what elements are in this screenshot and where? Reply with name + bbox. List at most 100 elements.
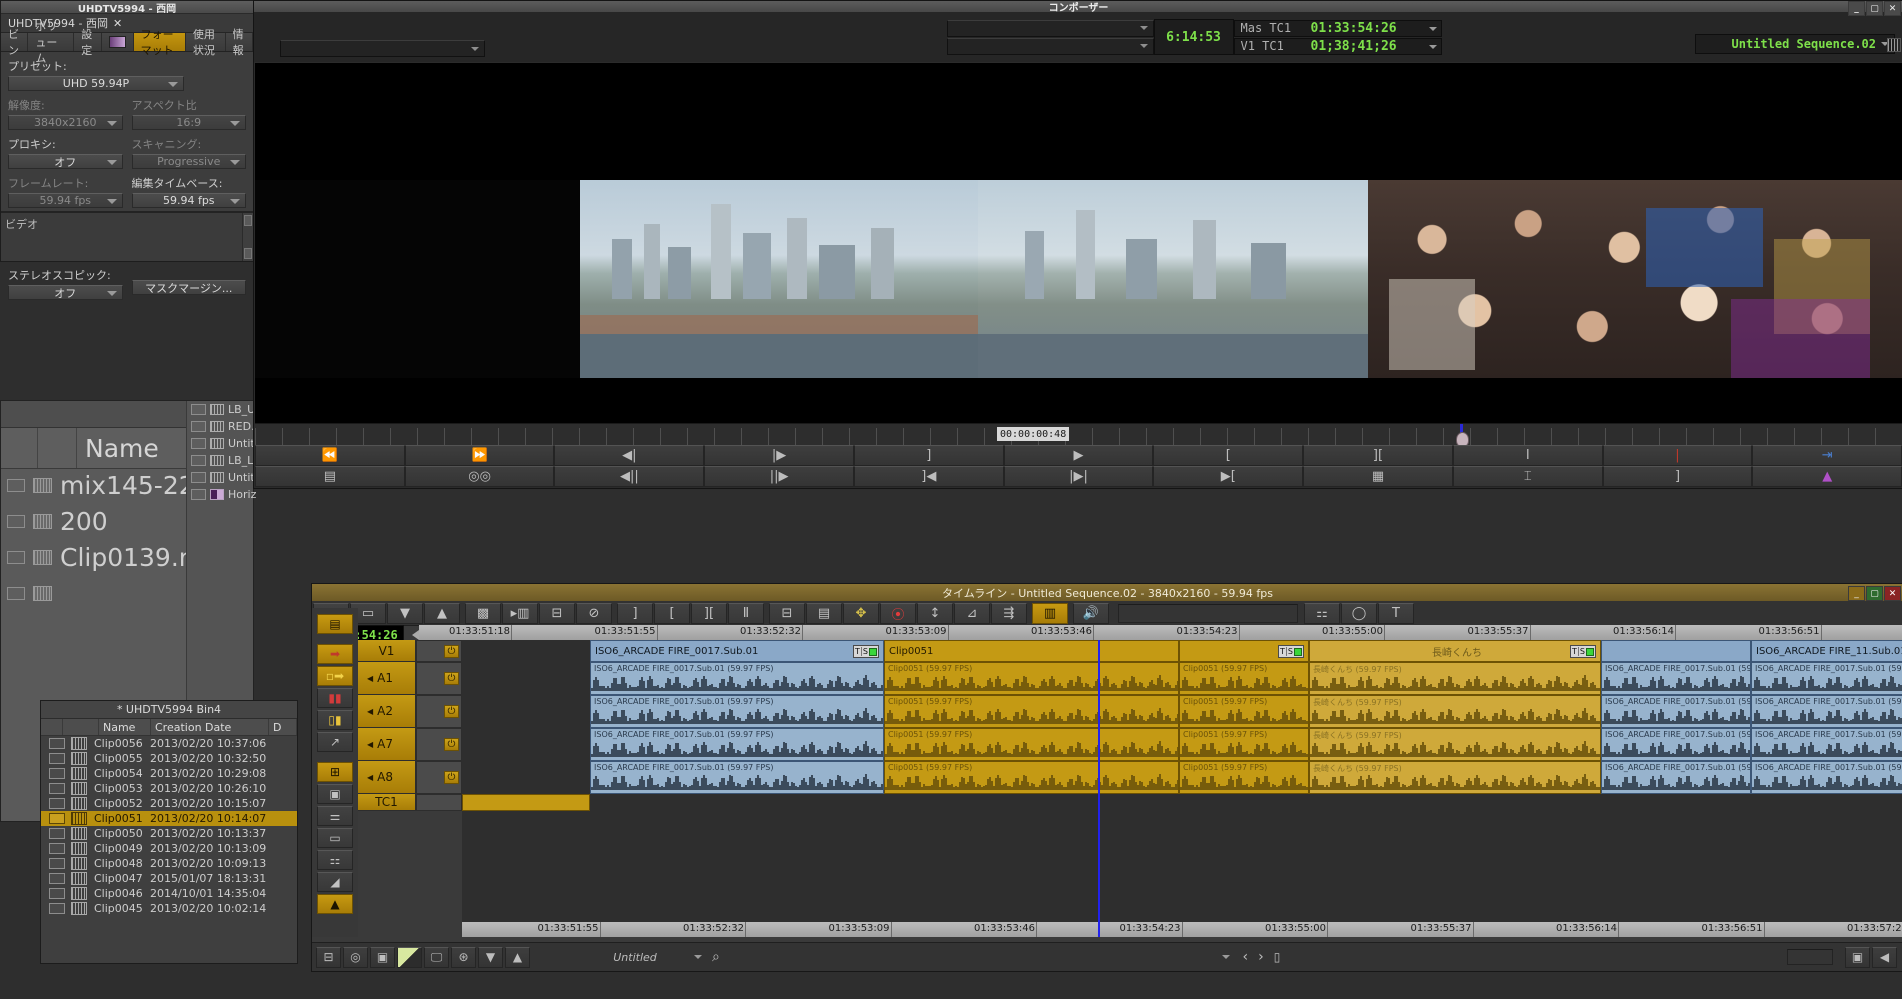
rail-btn-monitor-icon[interactable]: ▣ [317,784,353,804]
track-controls[interactable]: ⏻ [416,640,462,662]
list-item[interactable]: LB_U [187,401,253,418]
timeline-clip[interactable]: ISO6_ARCADE FIRE_0017.Sub.01TS [590,640,884,662]
checkbox-icon[interactable] [49,873,65,884]
timeline-window-controls[interactable]: _ ▢ ✕ [1848,586,1901,601]
transport-button-4[interactable]: ] [854,445,1004,466]
tab-format[interactable]: フォーマット [134,33,186,51]
timeline-tool-addedit-icon[interactable]: ⊟ [769,603,805,624]
timeline-tool-collapse-icon[interactable]: ⊟ [539,603,575,624]
checkbox-icon[interactable] [191,421,206,432]
transport-row-1[interactable]: ⏪⏩◀||▶]▶[][I|⇥ [255,445,1902,466]
timeline-tool-effectmode-icon[interactable]: ▩ [465,603,501,624]
transport-button-0[interactable]: ⏪ [255,445,405,466]
transport-button-6[interactable]: [ [1153,445,1303,466]
timeline-window[interactable]: タイムライン - Untitled Sequence.02 - 3840x216… [311,583,1902,972]
transport-button-6[interactable]: ▶[ [1153,466,1303,487]
table-row[interactable]: Clip00562013/02/20 10:37:06 [41,736,297,751]
list-item[interactable]: mix145-220-1 [1,467,187,503]
timebase-select[interactable]: 59.94 fps [132,193,247,208]
timeline-audio-clip[interactable]: ISO6_ARCADE FIRE_0017.Sub.01 (59.97 FPS) [590,662,884,695]
track-enable-toggle[interactable]: ⏻ [444,645,459,658]
table-row[interactable]: Clip00542013/02/20 10:29:08 [41,766,297,781]
timeline-audio-clip[interactable]: ISO6_ARCADE FIRE_0017.Sub.01 (59.97 FPS) [1601,662,1751,695]
composer-position-bar[interactable]: 00:00:00:48 [255,423,1902,446]
tab-volume[interactable]: ボリューム [28,33,74,51]
rail-btn-extract-yellow-icon[interactable]: ▯▮ [317,710,353,730]
checkbox-icon[interactable] [7,515,25,528]
transport-button-10[interactable]: ⇥ [1752,445,1902,466]
rail-btn-filmstrip-icon[interactable]: ▭ [317,828,353,848]
checkbox-icon[interactable] [191,455,206,466]
table-row[interactable]: Clip00472015/01/07 18:13:31 [41,871,297,886]
checkbox-icon[interactable] [7,551,25,564]
checkbox-icon[interactable] [191,472,206,483]
scroll-left-arrow[interactable] [412,630,419,640]
list-item[interactable]: 200 [1,503,187,539]
track-controls[interactable] [416,794,462,811]
video-monitor[interactable] [255,63,1902,423]
track-name[interactable]: ◀A8 [358,761,416,794]
playhead[interactable] [1098,640,1100,937]
timeline-tool-sourceside-icon[interactable]: ▸▥ [502,603,538,624]
speaker-icon[interactable]: ◀ [367,773,373,782]
scrollbar-vertical[interactable] [242,213,253,261]
checkbox-icon[interactable] [49,843,65,854]
transport-button-5[interactable]: |▶| [1004,466,1154,487]
timeline-left-rail[interactable]: ▤ ➡ ▫➡ ▮▮ ▯▮ ↗ ⊞ ▣ ⚌ ▭ ⚏ ◢ ▲ [312,608,358,937]
track-name[interactable]: ◀A2 [358,695,416,728]
column-header-duration[interactable]: D [269,719,297,735]
timeline-tool-markclip2-icon[interactable]: Ⅱ [728,603,764,624]
maximize-button[interactable]: ▢ [1866,586,1883,601]
checkbox-icon[interactable] [191,438,206,449]
status-btn-globe-icon[interactable]: ⊛ [451,947,476,968]
tab-usage[interactable]: 使用状況 [186,33,226,51]
timeline-toolbar[interactable]: ⚏ ▭ ▼ ▲ ▩ ▸▥ ⊟ ⊘ ] [ ][ Ⅱ ⊟ ▤ ✥ ⦿ ↕ ⊿ ⇶ … [312,601,1902,626]
filmstrip-icon[interactable] [1887,38,1901,52]
timeline-audio-clip[interactable]: Clip0051 (59.97 FPS) [1179,761,1309,794]
transport-row-2[interactable]: ▤◎◎◀||||▶]◀|▶|▶[▦⌶]▲ [255,466,1902,487]
checkbox-icon[interactable] [7,479,25,492]
tc-track-strip[interactable] [462,794,590,811]
track-name[interactable]: V1 [358,640,416,662]
list-item[interactable] [1,575,187,611]
rail-btn-quickedit-icon[interactable]: ↗ [317,732,353,752]
list-item[interactable]: Horiz [187,486,253,503]
table-row[interactable]: Clip00462014/10/01 14:35:04 [41,886,297,901]
chevron-down-icon[interactable] [694,955,702,959]
scroll-up-arrow[interactable] [244,215,252,226]
track-controls[interactable]: ⏻ [416,695,462,728]
transport-button-0[interactable]: ▤ [255,466,405,487]
rail-btn-zoom-icon[interactable]: ◢ [317,872,353,892]
minimize-button[interactable]: _ [1848,586,1865,601]
track-controls[interactable]: ⏻ [416,761,462,794]
page-icon[interactable]: ▯ [1269,950,1286,964]
timeline-audio-clip[interactable]: ISO6_ARCADE FIRE_0017.Sub.01 (59.97 FPS) [1751,695,1902,728]
minimize-button[interactable]: _ [1848,1,1865,16]
timeline-tool-trim-icon[interactable]: ▤ [806,603,842,624]
table-row[interactable]: Clip00522013/02/20 10:15:07 [41,796,297,811]
timeline-tool-fade-icon[interactable]: ↕ [917,603,953,624]
next-button[interactable]: › [1253,949,1269,965]
status-btn-collapse-icon[interactable]: ◀ [1872,947,1897,968]
transport-button-4[interactable]: ]◀ [854,466,1004,487]
rail-btn-sequence-icon[interactable]: ▤ [317,614,353,634]
timeline-audio-clip[interactable]: ISO6_ARCADE FIRE_0017.Sub.01 (59.97 FPS) [1601,761,1751,794]
track-header-v1[interactable]: V1 ⏻ [358,640,462,662]
timeline-tool-locator-icon[interactable]: ✥ [843,603,879,624]
checkbox-icon[interactable] [49,828,65,839]
rail-btn-fader-icon[interactable]: ⚌ [317,806,353,826]
timeline-audio-clip[interactable]: Clip0051 (59.97 FPS) [884,662,1179,695]
status-btn-display-icon[interactable]: 🖵 [424,947,449,968]
checkbox-icon[interactable] [49,768,65,779]
transport-button-2[interactable]: ◀| [554,445,704,466]
chevron-down-icon[interactable] [1222,955,1230,959]
status-btn-split-icon[interactable]: ⊟ [316,947,341,968]
transport-button-3[interactable]: |▶ [704,445,854,466]
checkbox-icon[interactable] [7,587,25,600]
rail-btn-centerpan-icon[interactable]: ⊞ [317,762,353,782]
clip-ts-badge[interactable]: TS [853,645,879,658]
chevron-down-icon[interactable] [1429,27,1437,31]
timeline-audio-clip[interactable]: 長崎くんち (59.97 FPS) [1309,695,1601,728]
timeline-ruler-top[interactable]: 01:33:54:26 01:33:51:1801:33:51:5501:33:… [312,625,1902,640]
close-icon[interactable]: ✕ [113,17,122,30]
